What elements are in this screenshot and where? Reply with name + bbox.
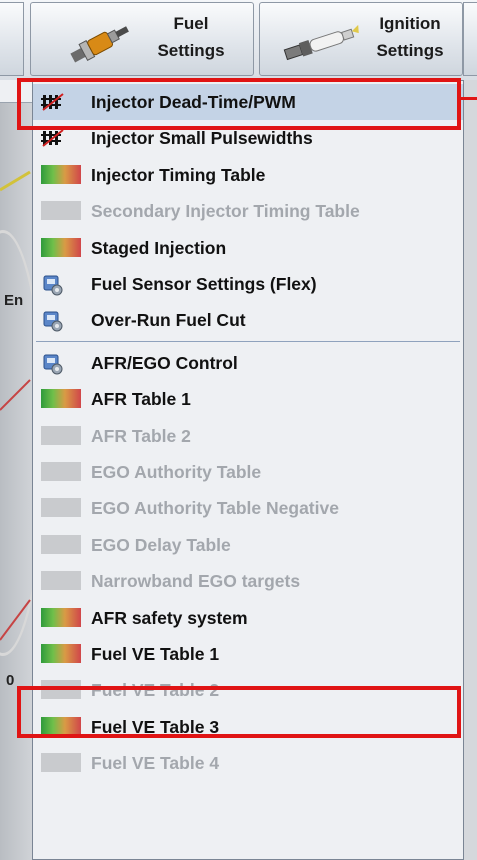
table-icon — [41, 607, 81, 627]
ignition-settings-label-line1: Ignition — [379, 14, 441, 33]
table-icon — [41, 571, 81, 591]
table-icon — [41, 237, 81, 257]
fuel-injector-icon — [70, 26, 129, 63]
toolbar-button-partial[interactable] — [0, 2, 24, 76]
background-right-edge — [464, 80, 477, 860]
table-icon — [41, 462, 81, 481]
highlight-arrow — [460, 97, 477, 100]
fuel-settings-label-line1: Fuel — [173, 14, 209, 33]
spark-plug-icon — [283, 24, 359, 61]
menu-item-label: Over-Run Fuel Cut — [91, 310, 246, 331]
menu-item-label: Fuel Sensor Settings (Flex) — [91, 274, 317, 294]
settings-dialog-icon — [41, 274, 63, 296]
menu-item-label: AFR Table 2 — [91, 425, 191, 446]
table-icon — [41, 644, 81, 663]
menu-item[interactable]: AFR Table 1 — [33, 381, 463, 417]
settings-dialog-icon — [41, 310, 63, 332]
table-icon — [41, 753, 81, 773]
toolbar: Fuel Settings Ignition Settings — [0, 0, 477, 81]
menu-item: Fuel VE Table 4 — [33, 745, 463, 781]
table-icon — [41, 534, 81, 554]
menu-item[interactable]: AFR safety system — [33, 600, 463, 636]
menu-item: EGO Authority Table — [33, 454, 463, 490]
menu-separator — [36, 340, 460, 342]
table-icon — [41, 389, 81, 409]
ignition-settings-label-line2: Settings — [376, 41, 444, 60]
highlight-box-dead-time — [17, 78, 461, 130]
pwm-icon — [41, 128, 64, 148]
menu-item[interactable]: AFR/EGO Control — [33, 345, 463, 381]
menu-item-label: Fuel VE Table 1 — [91, 644, 220, 664]
menu-item: Narrowband EGO targets — [33, 563, 463, 599]
menu-item-label: EGO Delay Table — [91, 534, 231, 555]
menu-item-label: EGO Authority Table — [91, 462, 262, 482]
menu-item-label: AFR safety system — [91, 607, 248, 628]
table-icon — [41, 201, 81, 221]
menu-item-label: Fuel VE Table 4 — [91, 753, 220, 774]
fuel-settings-button[interactable]: Fuel Settings — [30, 2, 254, 76]
background-digit: 0 — [6, 672, 15, 689]
menu-item[interactable]: Staged Injection — [33, 230, 463, 266]
menu-item-label: EGO Authority Table Negative — [91, 498, 339, 519]
gauge-needles — [0, 170, 31, 641]
menu-item[interactable]: Injector Timing Table — [33, 157, 463, 193]
menu-item[interactable]: Fuel VE Table 1 — [33, 636, 463, 672]
highlight-box-ve-table-1 — [17, 686, 461, 738]
ignition-settings-button[interactable]: Ignition Settings — [259, 2, 463, 76]
menu-item: EGO Authority Table Negative — [33, 490, 463, 526]
menu-item[interactable]: Fuel Sensor Settings (Flex) — [33, 266, 463, 302]
menu-item: AFR Table 2 — [33, 418, 463, 454]
menu-item[interactable]: Over-Run Fuel Cut — [33, 302, 463, 338]
menu-item-label: Secondary Injector Timing Table — [91, 201, 360, 222]
settings-dialog-icon — [41, 353, 63, 375]
fuel-settings-menu: Injector Dead-Time/PWM Injector Small Pul… — [32, 80, 464, 860]
menu-item-label: AFR Table 1 — [91, 389, 191, 410]
background-panel: En 0 — [0, 80, 32, 860]
table-icon — [41, 498, 81, 518]
menu-item-label: Narrowband EGO targets — [91, 571, 301, 592]
menu-item-label: AFR/EGO Control — [91, 352, 238, 373]
menu-item-label: Staged Injection — [91, 237, 227, 258]
background-label-fragment: En — [4, 292, 24, 309]
toolbar-button-partial-right[interactable] — [463, 2, 477, 76]
menu-item: EGO Delay Table — [33, 527, 463, 563]
fuel-settings-label-line2: Settings — [157, 41, 225, 60]
menu-item-label: Injector Timing Table — [91, 164, 266, 185]
menu-item: Secondary Injector Timing Table — [33, 193, 463, 229]
table-icon — [41, 164, 81, 184]
table-icon — [41, 425, 81, 445]
